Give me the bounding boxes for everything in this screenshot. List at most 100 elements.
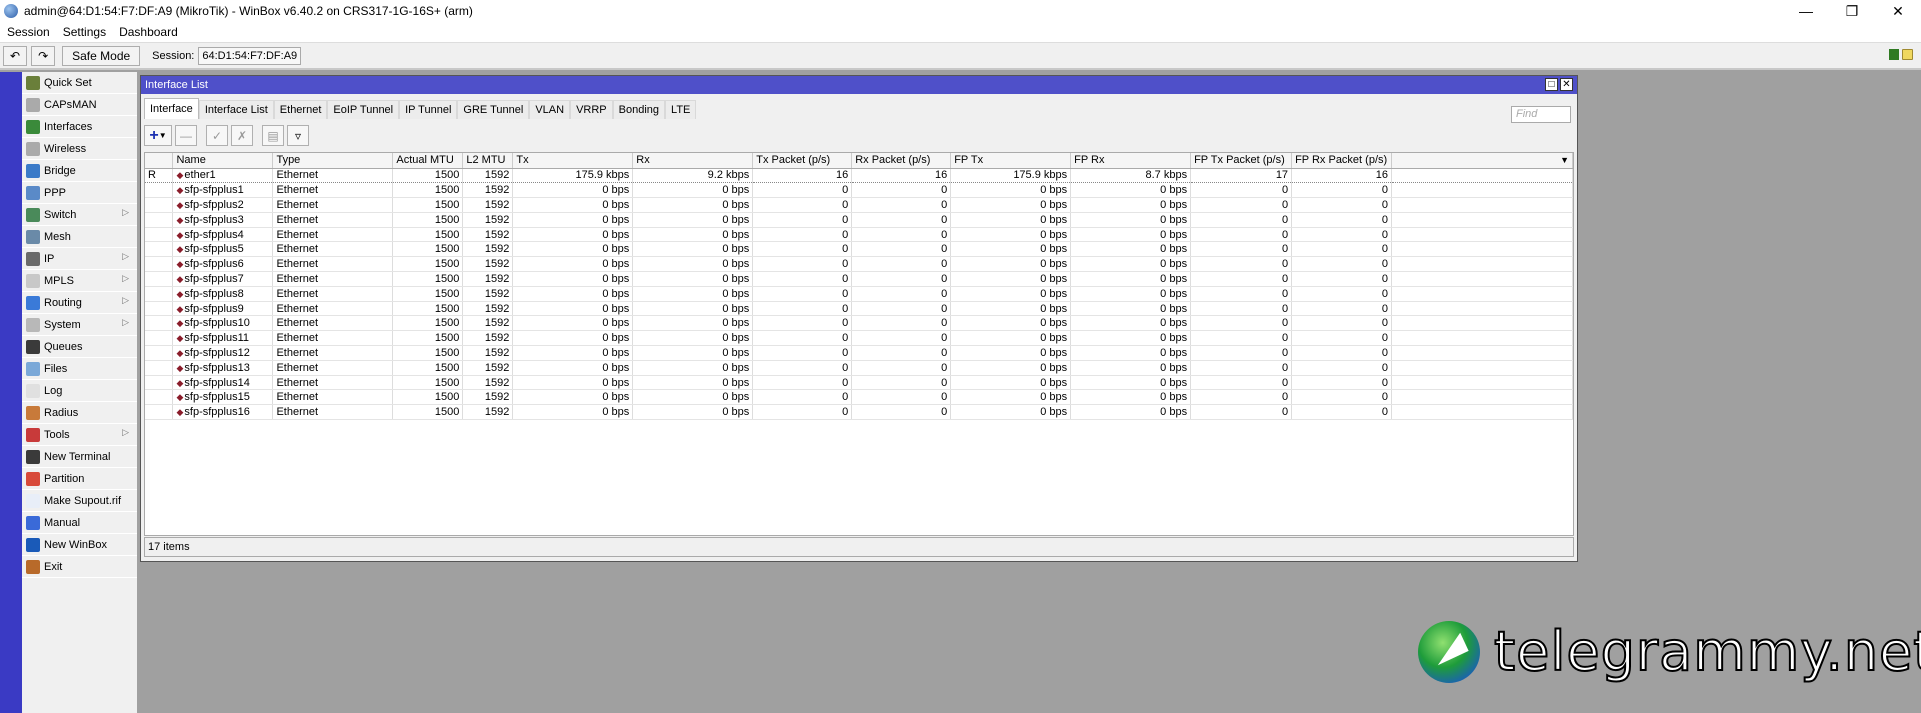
enable-button[interactable]: ✓ [206,125,228,146]
column-header[interactable]: Name [172,153,274,169]
column-header[interactable]: FP Rx Packet (p/s) [1291,153,1393,169]
column-header[interactable]: Tx Packet (p/s) [752,153,853,169]
interface-name: sfp-sfpplus6 [184,258,244,271]
sidebar-item-label: Interfaces [44,120,93,133]
cell: 0 [1291,315,1393,332]
table-row[interactable]: ◆sfp-sfpplus10 Ethernet 1500 1592 0 bps 0 bps… [145,315,1573,332]
table-row[interactable]: ◆sfp-sfpplus6 Ethernet 1500 1592 0 bps 0 bps 0… [145,256,1573,273]
switch-icon [26,207,40,222]
column-header[interactable]: Type [272,153,394,169]
sidebar-item-bridge[interactable]: Bridge [22,160,137,182]
column-header[interactable]: FP Rx [1070,153,1192,169]
column-menu-button[interactable]: ▼ [1391,153,1573,169]
cell: 0 bps [512,256,634,273]
column-header[interactable] [145,153,174,169]
column-header[interactable]: Rx [632,153,754,169]
sidebar-item-new-winbox[interactable]: New WinBox [22,534,137,556]
sidebar-item-log[interactable]: Log [22,380,137,402]
tab-vrrp[interactable]: VRRP [570,100,613,119]
menu-settings[interactable]: Settings [56,25,112,39]
sidebar-item-quick-set[interactable]: Quick Set [22,72,137,94]
table-row[interactable]: ◆sfp-sfpplus5 Ethernet 1500 1592 0 bps 0 bps 0… [145,241,1573,258]
redo-button[interactable]: ↷ [31,45,56,66]
tab-vlan[interactable]: VLAN [529,100,571,119]
sidebar-item-system[interactable]: System ▷ [22,314,137,336]
sidebar-item-capsman[interactable]: CAPsMAN [22,94,137,116]
tab-eoip-tunnel[interactable]: EoIP Tunnel [327,100,400,119]
undo-button[interactable]: ↶ [3,45,28,66]
column-header[interactable]: FP Tx Packet (p/s) [1190,153,1293,169]
column-header[interactable]: FP Tx [950,153,1072,169]
mesh-icon [26,229,40,244]
cell: 16 [851,167,952,184]
table-row[interactable]: ◆sfp-sfpplus13 Ethernet 1500 1592 0 bps 0 bps… [145,360,1573,376]
sidebar-item-manual[interactable]: Manual [22,512,137,534]
minimize-button[interactable]: — [1783,0,1829,22]
ethernet-interface-icon: ◆ [176,185,184,196]
table-row[interactable]: ◆sfp-sfpplus15 Ethernet 1500 1592 0 bps 0 bps… [145,389,1573,406]
table-row[interactable]: R ◆ether1 Ethernet 1500 1592 175.9 kbps 9.2 kb… [145,167,1573,184]
close-button[interactable]: ✕ [1875,0,1921,22]
new-terminal-icon [26,449,40,464]
sidebar-item-make-supout-rif[interactable]: Make Supout.rif [22,490,137,512]
table-row[interactable]: ◆sfp-sfpplus8 Ethernet 1500 1592 0 bps 0 bps 0… [145,286,1573,302]
tab-lte[interactable]: LTE [665,100,697,119]
window-titlebar[interactable]: Interface List □ ✕ [141,76,1577,94]
menu-dashboard[interactable]: Dashboard [112,25,184,39]
table-row[interactable]: ◆sfp-sfpplus14 Ethernet 1500 1592 0 bps 0 bps… [145,375,1573,391]
sidebar-item-partition[interactable]: Partition [22,468,137,490]
cell: 0 bps [950,360,1072,376]
comment-button[interactable]: ▤ [262,125,284,146]
sidebar-item-exit[interactable]: Exit [22,556,137,578]
maximize-button[interactable]: □ [1545,78,1558,91]
add-button[interactable]: + ▼ [144,125,172,146]
column-header[interactable]: L2 MTU [462,153,514,169]
filter-icon[interactable]: ▿ [287,125,309,146]
column-header[interactable]: Tx [512,153,634,169]
tab-interface[interactable]: Interface [144,98,199,119]
sidebar-item-mesh[interactable]: Mesh [22,226,137,248]
close-window-button[interactable]: ✕ [1560,78,1573,91]
table-row[interactable]: ◆sfp-sfpplus3 Ethernet 1500 1592 0 bps 0 bps 0… [145,212,1573,228]
column-header[interactable]: Actual MTU [392,153,464,169]
interface-name: ether1 [184,169,216,182]
table-row[interactable]: ◆sfp-sfpplus16 Ethernet 1500 1592 0 bps 0 bps… [145,404,1573,421]
ethernet-interface-icon: ◆ [176,303,184,314]
tab-ethernet[interactable]: Ethernet [273,100,328,119]
tab-bonding[interactable]: Bonding [612,100,666,119]
safe-mode-button[interactable]: Safe Mode [62,45,141,66]
menu-session[interactable]: Session [0,25,56,39]
remove-button[interactable]: — [175,125,197,146]
restore-button[interactable]: ❐ [1829,0,1875,22]
column-header[interactable]: Rx Packet (p/s) [851,153,952,169]
disable-button[interactable]: ✗ [231,125,253,146]
sidebar: Quick Set CAPsMAN Interfaces Wireless Bridge… [22,72,137,713]
sidebar-item-tools[interactable]: Tools ▷ [22,424,137,446]
sidebar-item-switch[interactable]: Switch ▷ [22,204,137,226]
sidebar-item-queues[interactable]: Queues [22,336,137,358]
table-row[interactable]: ◆sfp-sfpplus1 Ethernet 1500 1592 0 bps 0 bps 0… [145,182,1573,199]
sidebar-item-wireless[interactable]: Wireless [22,138,137,160]
cell [145,330,174,347]
find-input[interactable]: Find [1511,106,1571,123]
sidebar-item-files[interactable]: Files [22,358,137,380]
cell: 0 [851,227,952,243]
table-row[interactable]: ◆sfp-sfpplus12 Ethernet 1500 1592 0 bps 0 bps… [145,345,1573,361]
sidebar-item-mpls[interactable]: MPLS ▷ [22,270,137,292]
tab-interface-list[interactable]: Interface List [198,100,274,119]
sidebar-item-new-terminal[interactable]: New Terminal [22,446,137,468]
sidebar-item-ppp[interactable]: PPP [22,182,137,204]
table-row[interactable]: ◆sfp-sfpplus11 Ethernet 1500 1592 0 bps 0 bps… [145,330,1573,347]
sidebar-item-ip[interactable]: IP ▷ [22,248,137,270]
sidebar-item-interfaces[interactable]: Interfaces [22,116,137,138]
tab-ip-tunnel[interactable]: IP Tunnel [399,100,458,119]
status-bar: 17 items [144,537,1574,557]
sidebar-item-routing[interactable]: Routing ▷ [22,292,137,314]
table-row[interactable]: ◆sfp-sfpplus4 Ethernet 1500 1592 0 bps 0 bps 0… [145,227,1573,243]
table-row[interactable]: ◆sfp-sfpplus2 Ethernet 1500 1592 0 bps 0 bps 0… [145,197,1573,213]
sidebar-item-label: Manual [44,516,81,529]
table-row[interactable]: ◆sfp-sfpplus9 Ethernet 1500 1592 0 bps 0 bps 0… [145,301,1573,317]
sidebar-item-radius[interactable]: Radius [22,402,137,424]
table-row[interactable]: ◆sfp-sfpplus7 Ethernet 1500 1592 0 bps 0 bps 0… [145,271,1573,287]
tab-gre-tunnel[interactable]: GRE Tunnel [457,100,530,119]
